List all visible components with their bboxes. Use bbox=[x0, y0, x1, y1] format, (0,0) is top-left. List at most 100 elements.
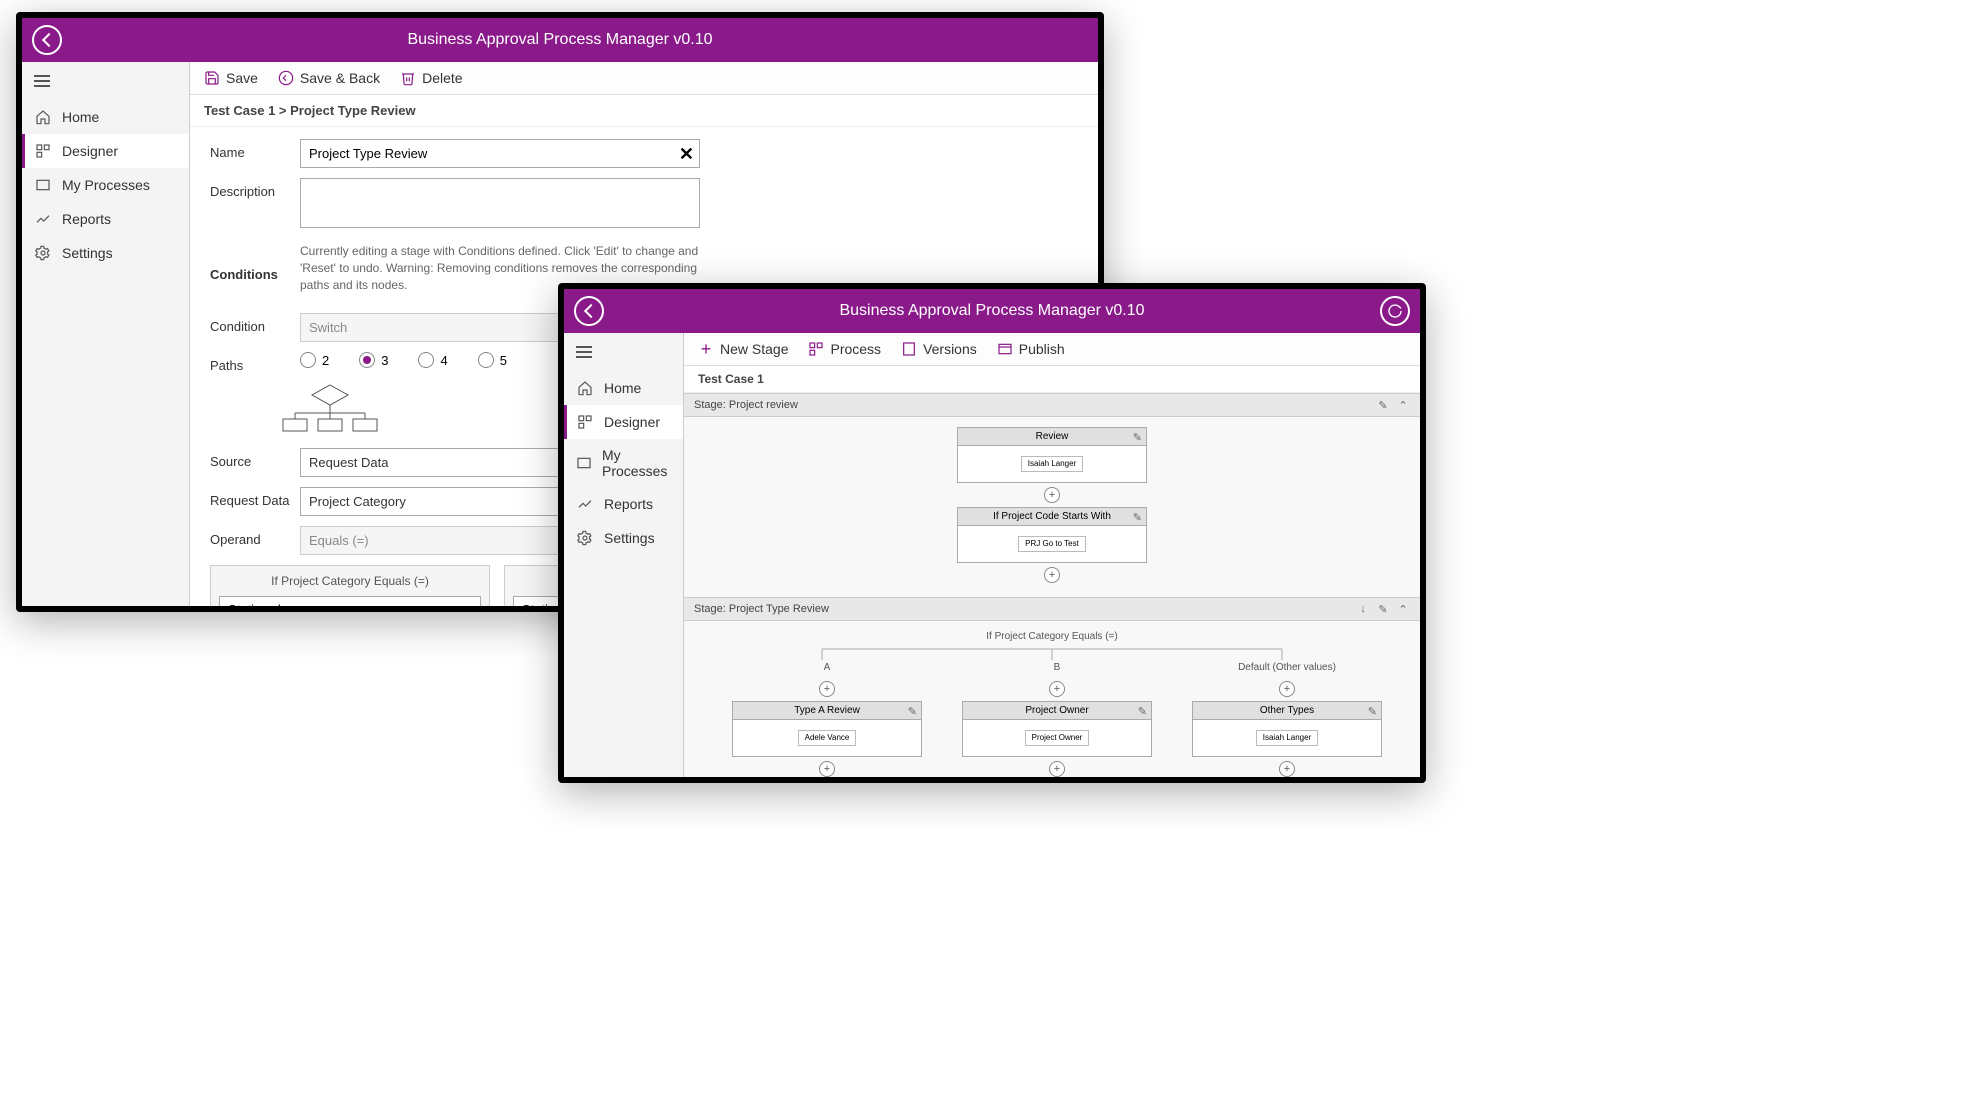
sidebar-item-label: Settings bbox=[604, 530, 655, 546]
sidebar-item-settings[interactable]: Settings bbox=[564, 521, 683, 555]
collapse-icon[interactable]: ⌃ bbox=[1396, 398, 1410, 412]
operand-value: Equals (=) bbox=[309, 533, 369, 548]
node-chip: Project Owner bbox=[1025, 730, 1090, 746]
titlebar: Business Approval Process Manager v0.10 bbox=[564, 289, 1420, 333]
sidebar-item-my-processes[interactable]: My Processes bbox=[22, 168, 189, 202]
edit-node-icon[interactable] bbox=[1133, 511, 1142, 524]
breadcrumb: Test Case 1 bbox=[684, 366, 1420, 393]
branch-col: A + Type A Review Adele Vance + bbox=[732, 662, 922, 777]
source-label: Source bbox=[210, 448, 300, 469]
back-button[interactable] bbox=[32, 25, 62, 55]
stage-bar: Stage: Project review ⌃ bbox=[684, 393, 1420, 417]
sidebar-item-home[interactable]: Home bbox=[564, 371, 683, 405]
add-node-button[interactable]: + bbox=[1044, 487, 1060, 503]
name-input[interactable] bbox=[300, 139, 700, 168]
sidebar-item-reports[interactable]: Reports bbox=[22, 202, 189, 236]
collapse-icon[interactable]: ⌃ bbox=[1396, 602, 1410, 616]
paths-radio-3[interactable]: 3 bbox=[359, 352, 388, 368]
reqdata-value: Project Category bbox=[309, 494, 406, 509]
plus-icon: + bbox=[698, 341, 714, 357]
node-chip: Adele Vance bbox=[798, 730, 857, 746]
sidebar-item-reports[interactable]: Reports bbox=[564, 487, 683, 521]
sidebar-item-label: Designer bbox=[62, 143, 118, 159]
stage-title: Stage: Project review bbox=[694, 399, 798, 411]
path-box-a: If Project Category Equals (=) Static va… bbox=[210, 565, 490, 606]
versions-button[interactable]: Versions bbox=[901, 341, 977, 357]
node-card[interactable]: Project Owner Project Owner bbox=[962, 701, 1152, 757]
branch-label: A bbox=[824, 662, 831, 673]
add-node-button[interactable]: + bbox=[1049, 681, 1065, 697]
edit-stage-icon[interactable] bbox=[1376, 602, 1390, 616]
breadcrumb: Test Case 1 > Project Type Review bbox=[190, 95, 1098, 127]
process-icon bbox=[808, 341, 824, 357]
add-node-button[interactable]: + bbox=[1279, 681, 1295, 697]
node-card[interactable]: If Project Code Starts With PRJ Go to Te… bbox=[957, 507, 1147, 563]
edit-stage-icon[interactable] bbox=[1376, 398, 1390, 412]
app-title: Business Approval Process Manager v0.10 bbox=[839, 302, 1144, 320]
paths-radio-5[interactable]: 5 bbox=[478, 352, 507, 368]
clear-icon[interactable]: ✕ bbox=[679, 144, 694, 165]
node-chip: Isaiah Langer bbox=[1021, 456, 1083, 472]
add-node-button[interactable]: + bbox=[1279, 761, 1295, 777]
processes-icon bbox=[576, 454, 592, 472]
delete-label: Delete bbox=[422, 70, 462, 86]
new-stage-button[interactable]: + New Stage bbox=[698, 341, 788, 357]
branch-connector bbox=[772, 648, 1332, 662]
window-designer-canvas: Business Approval Process Manager v0.10 … bbox=[558, 283, 1426, 783]
paths-label: Paths bbox=[210, 352, 300, 373]
node-title: Review bbox=[1036, 431, 1069, 442]
add-node-button[interactable]: + bbox=[1049, 761, 1065, 777]
add-node-button[interactable]: + bbox=[819, 761, 835, 777]
refresh-button[interactable] bbox=[1380, 296, 1410, 326]
branch-condition-title: If Project Category Equals (=) bbox=[986, 631, 1117, 642]
toolbar: Save Save & Back Delete bbox=[190, 62, 1098, 95]
branch-label: Default (Other values) bbox=[1238, 662, 1336, 673]
hamburger-icon[interactable] bbox=[22, 62, 189, 100]
condition-label: Condition bbox=[210, 313, 300, 334]
node-card[interactable]: Review Isaiah Langer bbox=[957, 427, 1147, 483]
path-type-select[interactable]: Static value bbox=[219, 596, 481, 606]
versions-label: Versions bbox=[923, 341, 977, 357]
stage-bar: Stage: Project Type Review ↓ ⌃ bbox=[684, 597, 1420, 621]
sidebar-item-designer[interactable]: Designer bbox=[564, 405, 683, 439]
sidebar-item-label: Reports bbox=[62, 211, 111, 227]
sidebar-item-label: Settings bbox=[62, 245, 113, 261]
paths-radio-4[interactable]: 4 bbox=[418, 352, 447, 368]
app-title: Business Approval Process Manager v0.10 bbox=[407, 31, 712, 49]
sidebar-item-label: Home bbox=[62, 109, 99, 125]
add-node-button[interactable]: + bbox=[1044, 567, 1060, 583]
sidebar-item-label: My Processes bbox=[62, 177, 150, 193]
back-button[interactable] bbox=[574, 296, 604, 326]
hamburger-icon[interactable] bbox=[564, 333, 683, 371]
node-card[interactable]: Type A Review Adele Vance bbox=[732, 701, 922, 757]
save-button[interactable]: Save bbox=[204, 70, 258, 86]
branch-col: Default (Other values) + Other Types Isa… bbox=[1192, 662, 1382, 777]
save-back-button[interactable]: Save & Back bbox=[278, 70, 380, 86]
node-chip: Isaiah Langer bbox=[1256, 730, 1318, 746]
edit-node-icon[interactable] bbox=[908, 705, 917, 718]
sidebar-item-label: Reports bbox=[604, 496, 653, 512]
node-title: Other Types bbox=[1260, 705, 1314, 716]
add-node-button[interactable]: + bbox=[819, 681, 835, 697]
save-icon bbox=[204, 70, 220, 86]
edit-node-icon[interactable] bbox=[1138, 705, 1147, 718]
gear-icon bbox=[34, 244, 52, 262]
description-input[interactable] bbox=[300, 178, 700, 228]
process-label: Process bbox=[830, 341, 881, 357]
delete-button[interactable]: Delete bbox=[400, 70, 462, 86]
edit-node-icon[interactable] bbox=[1368, 705, 1377, 718]
new-stage-label: New Stage bbox=[720, 341, 788, 357]
paths-radio-2[interactable]: 2 bbox=[300, 352, 329, 368]
publish-button[interactable]: Publish bbox=[997, 341, 1065, 357]
sidebar-item-designer[interactable]: Designer bbox=[22, 134, 189, 168]
edit-node-icon[interactable] bbox=[1133, 431, 1142, 444]
sidebar-item-settings[interactable]: Settings bbox=[22, 236, 189, 270]
toolbar: + New Stage Process Versions Publish bbox=[684, 333, 1420, 366]
sidebar-item-home[interactable]: Home bbox=[22, 100, 189, 134]
node-card[interactable]: Other Types Isaiah Langer bbox=[1192, 701, 1382, 757]
move-down-icon[interactable]: ↓ bbox=[1356, 602, 1370, 616]
titlebar: Business Approval Process Manager v0.10 bbox=[22, 18, 1098, 62]
conditions-heading: Conditions bbox=[210, 261, 300, 282]
sidebar-item-my-processes[interactable]: My Processes bbox=[564, 439, 683, 487]
process-button[interactable]: Process bbox=[808, 341, 881, 357]
